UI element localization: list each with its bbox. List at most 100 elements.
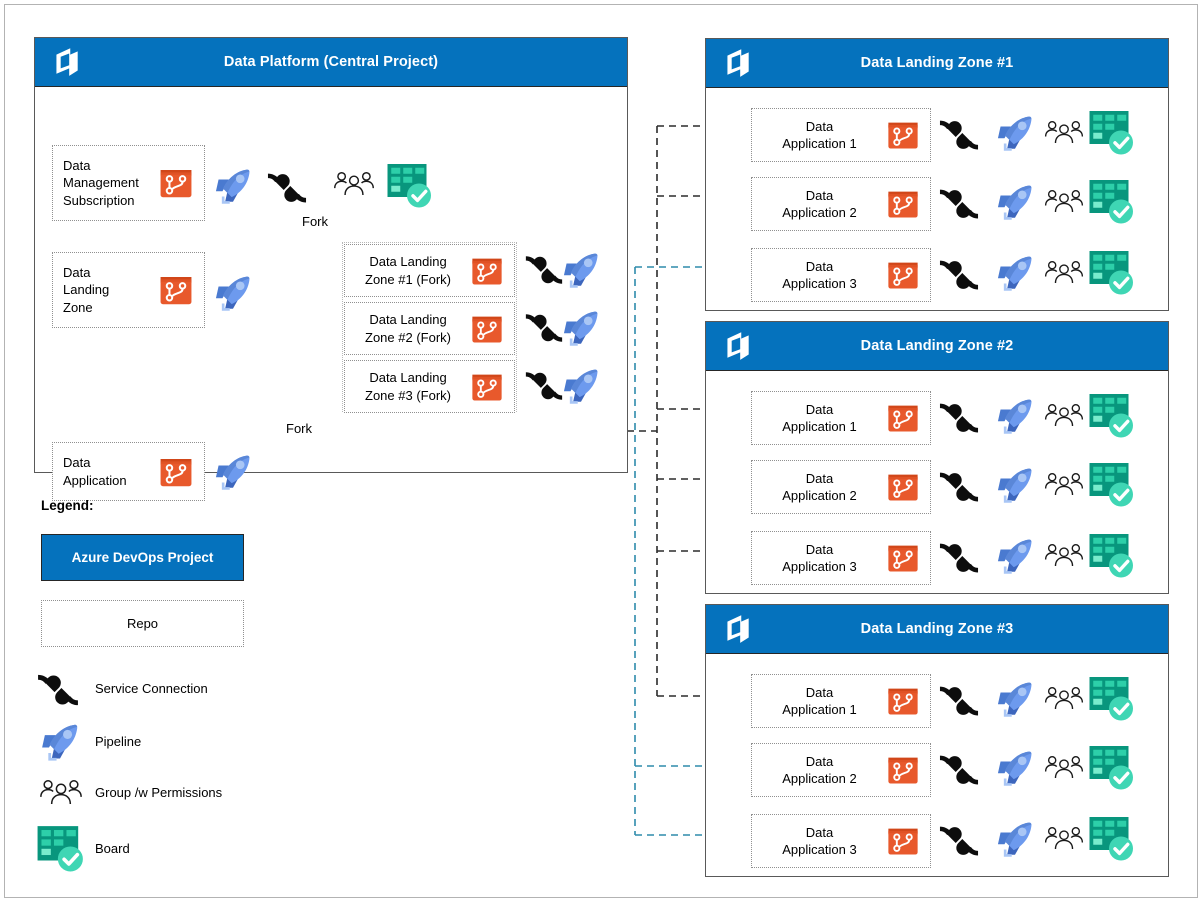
repo-label: Data Landing Zone #1 (Fork) — [365, 254, 451, 287]
azure-devops-logo-icon — [720, 46, 754, 80]
repo-label: Data Application 3 — [782, 541, 857, 574]
repo-icon — [885, 400, 930, 436]
repo-data-landing-zone-2-fork[interactable]: Data Landing Zone #2 (Fork) — [344, 302, 515, 355]
landing-zone-3-header: Data Landing Zone #3 — [706, 605, 1168, 654]
repo-icon — [885, 117, 930, 153]
repo-data-application-1[interactable]: Data Application 1 — [751, 674, 931, 728]
legend-repo: Repo — [41, 600, 244, 647]
repo-data-landing-zone-3-fork[interactable]: Data Landing Zone #3 (Fork) — [344, 360, 515, 413]
repo-data-application-3[interactable]: Data Application 3 — [751, 248, 931, 302]
board-icon — [1088, 460, 1136, 508]
repo-icon — [885, 540, 930, 576]
service-connection-icon — [36, 668, 80, 712]
repo-data-application-3[interactable]: Data Application 3 — [751, 814, 931, 868]
repo-label: Data Landing Zone #3 (Fork) — [365, 370, 451, 403]
board-icon — [1088, 391, 1136, 439]
group-permissions-icon — [1043, 119, 1085, 146]
group-permissions-icon — [1043, 188, 1085, 215]
azure-devops-logo-icon — [720, 329, 754, 363]
landing-zone-3-title: Data Landing Zone #3 — [860, 621, 1014, 637]
pipeline-icon — [994, 181, 1036, 223]
repo-label: Data Landing Zone #2 (Fork) — [365, 312, 451, 345]
repo-data-landing-zone[interactable]: Data Landing Zone — [52, 252, 205, 328]
repo-data-application-2[interactable]: Data Application 2 — [751, 460, 931, 514]
pipeline-icon — [560, 365, 602, 407]
repo-icon — [885, 469, 930, 505]
pipeline-icon — [994, 464, 1036, 506]
pipeline-icon — [212, 272, 254, 314]
service-connection-icon — [524, 366, 564, 406]
group-permissions-icon — [1043, 542, 1085, 569]
service-connection-icon — [938, 820, 980, 862]
repo-data-application-3[interactable]: Data Application 3 — [751, 531, 931, 585]
board-icon — [1088, 248, 1136, 296]
repo-label: Data Application 3 — [782, 824, 857, 857]
repo-label: Data Management Subscription — [63, 158, 139, 208]
board-icon — [1088, 108, 1136, 156]
repo-label: Data Application 1 — [782, 684, 857, 717]
pipeline-icon — [994, 535, 1036, 577]
landing-zone-3-panel: Data Landing Zone #3 Data Application 1 … — [705, 604, 1169, 877]
repo-icon — [157, 453, 204, 491]
repo-icon — [885, 823, 930, 859]
legend-item-label: Board — [95, 841, 130, 856]
group-permissions-icon — [1043, 259, 1085, 286]
legend-title: Legend: — [41, 498, 94, 513]
service-connection-icon — [938, 397, 980, 439]
repo-label: Data Application 1 — [782, 118, 857, 151]
repo-icon — [469, 311, 514, 347]
repo-icon — [469, 369, 514, 405]
service-connection-icon — [938, 680, 980, 722]
repo-data-application-2[interactable]: Data Application 2 — [751, 177, 931, 231]
board-icon — [1088, 531, 1136, 579]
fork-label-landing-zone: Fork — [300, 214, 330, 229]
board-icon — [1088, 177, 1136, 225]
legend-item-label: Service Connection — [95, 681, 208, 696]
group-permissions-icon — [1043, 402, 1085, 429]
repo-data-landing-zone-1-fork[interactable]: Data Landing Zone #1 (Fork) — [344, 244, 515, 297]
service-connection-icon — [938, 537, 980, 579]
service-connection-icon — [938, 254, 980, 296]
repo-data-application[interactable]: Data Application — [52, 442, 205, 501]
pipeline-icon — [212, 165, 254, 207]
service-connection-icon — [524, 308, 564, 348]
service-connection-icon — [524, 250, 564, 290]
repo-label: Data Application 1 — [782, 401, 857, 434]
fork-label-data-application: Fork — [284, 421, 314, 436]
azure-devops-logo-icon — [720, 612, 754, 646]
central-project-panel: Data Platform (Central Project) Data Man… — [34, 37, 628, 501]
board-icon — [1088, 743, 1136, 791]
group-permissions-icon — [38, 778, 84, 807]
landing-zone-2-header: Data Landing Zone #2 — [706, 322, 1168, 371]
group-permissions-icon — [1043, 825, 1085, 852]
legend-item-label: Group /w Permissions — [95, 785, 223, 800]
group-permissions-icon — [1043, 471, 1085, 498]
pipeline-icon — [560, 249, 602, 291]
board-icon — [36, 823, 86, 873]
landing-zone-2-title: Data Landing Zone #2 — [860, 338, 1014, 354]
repo-data-application-1[interactable]: Data Application 1 — [751, 391, 931, 445]
landing-zone-1-panel: Data Landing Zone #1 Data Application 1 … — [705, 38, 1169, 311]
board-icon — [1088, 674, 1136, 722]
pipeline-icon — [994, 678, 1036, 720]
service-connection-icon — [938, 466, 980, 508]
repo-icon — [157, 271, 204, 309]
legend-azure-devops-project-label: Azure DevOps Project — [71, 550, 214, 565]
repo-data-management-subscription[interactable]: Data Management Subscription — [52, 145, 205, 221]
repo-data-application-2[interactable]: Data Application 2 — [751, 743, 931, 797]
service-connection-icon — [266, 167, 308, 209]
repo-label: Data Landing Zone — [63, 265, 110, 315]
pipeline-icon — [212, 451, 254, 493]
service-connection-icon — [938, 749, 980, 791]
group-permissions-icon — [332, 170, 376, 198]
landing-zone-2-panel: Data Landing Zone #2 Data Application 1 … — [705, 321, 1169, 594]
group-permissions-icon — [1043, 685, 1085, 712]
board-icon — [1088, 814, 1136, 862]
pipeline-icon — [994, 252, 1036, 294]
repo-icon — [885, 257, 930, 293]
board-icon — [386, 161, 434, 209]
pipeline-icon — [994, 747, 1036, 789]
repo-icon — [885, 752, 930, 788]
repo-data-application-1[interactable]: Data Application 1 — [751, 108, 931, 162]
landing-zone-1-header: Data Landing Zone #1 — [706, 39, 1168, 88]
